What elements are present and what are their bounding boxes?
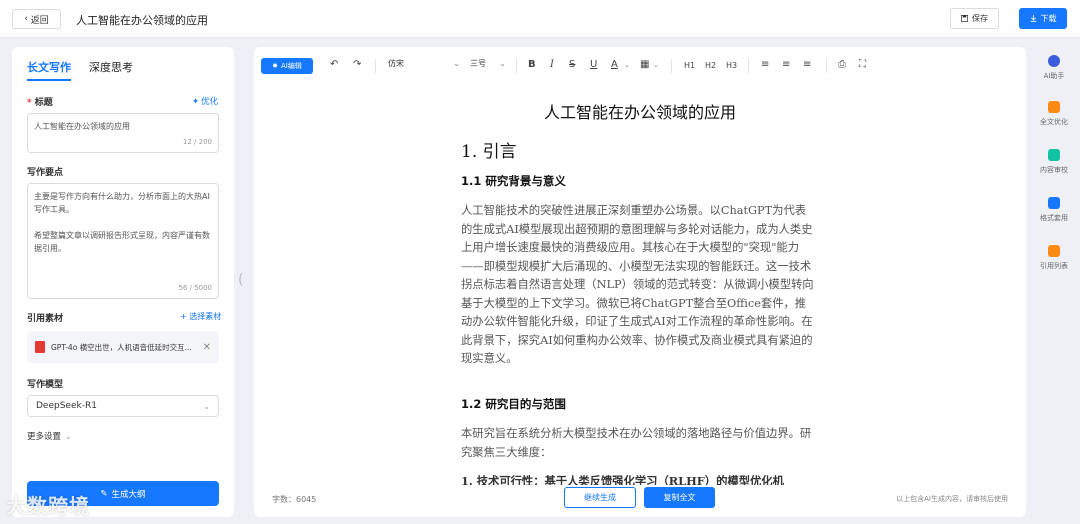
subsection-heading: 1.2 研究目的与范围 bbox=[461, 397, 566, 411]
download-label: 下载 bbox=[1040, 14, 1057, 23]
right-toolbar: AI助手 全文优化 内容审校 格式套用 引用列表 bbox=[1030, 47, 1078, 517]
full-optimize-tool[interactable]: 全文优化 bbox=[1030, 101, 1078, 127]
ai-disclaimer: 以上包含AI生成内容，请审核后使用 bbox=[896, 495, 1008, 503]
align-right-icon[interactable]: ≡ bbox=[803, 59, 811, 70]
redo-icon[interactable]: ↷ bbox=[353, 59, 361, 70]
title-input[interactable]: 人工智能在办公领域的应用 12 / 200 bbox=[27, 113, 219, 153]
points-field-label: 写作要点 bbox=[27, 168, 64, 178]
model-label: 写作模型 bbox=[27, 380, 64, 390]
citation-list-tool[interactable]: 引用列表 bbox=[1030, 245, 1078, 271]
chevron-down-icon: ⌄ bbox=[203, 401, 210, 411]
toolbar-divider bbox=[375, 59, 376, 73]
paragraph: 人工智能技术的突破性进展正深刻重塑办公场景。以ChatGPT为代表的生成式AI模… bbox=[461, 204, 814, 365]
title-value: 人工智能在办公领域的应用 bbox=[34, 122, 130, 131]
document-optimize-icon bbox=[1048, 101, 1060, 113]
watermark: 大数跨境 bbox=[6, 494, 90, 518]
toolbar-divider bbox=[516, 59, 517, 73]
title-counter: 12 / 200 bbox=[182, 138, 212, 146]
list-item: 1. 技术可行性：基于人类反馈强化学习（RLHF）的模型优化机 bbox=[461, 474, 784, 485]
save-label: 保存 bbox=[972, 14, 988, 23]
pdf-icon bbox=[35, 341, 45, 353]
points-line-2: 希望整篇文章以调研报告形式呈现，内容严谨有数据引用。 bbox=[34, 231, 210, 253]
subsection-heading: 1.1 研究背景与意义 bbox=[461, 174, 566, 188]
word-count: 字数：6045 bbox=[272, 495, 317, 504]
toolbar-divider bbox=[826, 59, 827, 73]
download-icon bbox=[1030, 15, 1036, 22]
material-name: GPT-4o 横空出世，人机语音低延时交互... bbox=[51, 342, 192, 352]
chevron-left-icon: ‹ bbox=[24, 14, 28, 24]
ai-assistant-tool[interactable]: AI助手 bbox=[1030, 55, 1078, 81]
save-button[interactable]: 保存 bbox=[950, 8, 999, 29]
italic-icon[interactable]: I bbox=[550, 59, 554, 70]
select-material-button[interactable]: + 选择素材 bbox=[180, 311, 221, 322]
page-title: 人工智能在办公领域的应用 bbox=[76, 14, 208, 27]
underline-icon[interactable]: U bbox=[590, 59, 597, 70]
magic-icon: ✦ bbox=[192, 97, 200, 107]
editor-toolbar: ✸ AI编辑 ↶ ↷ 仿宋 ⌄ 三号 ⌄ B I S U A ⌄ ▦ ⌄ H1 H2 … bbox=[254, 47, 1026, 85]
robot-icon bbox=[1048, 55, 1060, 67]
paragraph: 本研究旨在系统分析大模型技术在办公领域的落地路径与价值边界。研究聚焦三大维度： bbox=[461, 427, 812, 459]
chevron-down-icon: ⌄ bbox=[453, 59, 460, 68]
document-title: 人工智能在办公领域的应用 bbox=[543, 103, 736, 122]
font-color-icon[interactable]: A bbox=[611, 59, 618, 70]
materials-label: 引用素材 bbox=[27, 314, 64, 324]
print-icon[interactable]: ⎙ bbox=[838, 59, 846, 70]
back-button[interactable]: ‹ 返回 bbox=[12, 9, 61, 29]
heading-1-button[interactable]: H1 bbox=[684, 61, 695, 70]
copy-all-button[interactable]: 复制全文 bbox=[644, 487, 715, 508]
list-icon bbox=[1048, 245, 1060, 257]
font-family-select[interactable]: 仿宋 ⌄ bbox=[388, 58, 460, 69]
chevron-down-icon[interactable]: ⌄ bbox=[653, 61, 659, 69]
model-select[interactable]: DeepSeek-R1 ⌄ bbox=[27, 395, 219, 417]
toolbar-divider bbox=[671, 59, 672, 73]
points-line-1: 主要是写作方向有什么助力，分析市面上的大热AI写作工具。 bbox=[34, 192, 210, 214]
heading-3-button[interactable]: H3 bbox=[726, 61, 737, 70]
sparkle-icon: ✸ bbox=[272, 62, 278, 70]
writing-settings-panel: 长文写作 深度思考 * 标题 ✦ 优化 人工智能在办公领域的应用 12 / 200 … bbox=[12, 47, 234, 517]
bold-icon[interactable]: B bbox=[528, 59, 536, 70]
toolbar-divider bbox=[748, 59, 749, 73]
continue-generate-button[interactable]: 继续生成 bbox=[564, 487, 636, 508]
top-bar: ‹ 返回 人工智能在办公领域的应用 保存 下载 bbox=[0, 0, 1080, 38]
align-center-icon[interactable]: ≡ bbox=[782, 59, 790, 70]
points-counter: 56 / 5000 bbox=[178, 284, 212, 292]
back-label: 返回 bbox=[30, 15, 49, 26]
undo-icon[interactable]: ↶ bbox=[330, 59, 338, 70]
optimize-title-button[interactable]: ✦ 优化 bbox=[192, 95, 218, 107]
tab-long-writing[interactable]: 长文写作 bbox=[27, 59, 71, 81]
download-button[interactable]: 下载 bbox=[1019, 8, 1067, 29]
align-left-icon[interactable]: ≡ bbox=[761, 59, 769, 70]
title-field-label: * 标题 bbox=[27, 98, 53, 108]
font-size-select[interactable]: 三号 ⌄ bbox=[470, 58, 506, 69]
editor-footer: 字数：6045 继续生成 复制全文 以上包含AI生成内容，请审核后使用 bbox=[254, 485, 1026, 517]
heading-2-button[interactable]: H2 bbox=[705, 61, 716, 70]
material-item[interactable]: GPT-4o 横空出世，人机语音低延时交互... ✕ bbox=[27, 331, 219, 363]
ai-edit-button[interactable]: ✸ AI编辑 bbox=[261, 58, 313, 74]
panel-collapse-handle[interactable]: ( bbox=[238, 272, 243, 288]
save-icon bbox=[961, 15, 968, 22]
magic-wand-icon: ✎ bbox=[100, 488, 108, 499]
strikethrough-icon[interactable]: S bbox=[569, 59, 575, 70]
document-editor: ✸ AI编辑 ↶ ↷ 仿宋 ⌄ 三号 ⌄ B I S U A ⌄ ▦ ⌄ H1 H2 … bbox=[254, 47, 1026, 517]
chevron-down-icon: ⌄ bbox=[499, 59, 506, 68]
table-icon[interactable]: ▦ bbox=[640, 59, 649, 70]
writing-points-input[interactable]: 主要是写作方向有什么助力，分析市面上的大热AI写作工具。 希望整篇文章以调研报告… bbox=[27, 183, 219, 299]
tab-deep-thinking[interactable]: 深度思考 bbox=[89, 59, 133, 81]
more-settings-toggle[interactable]: 更多设置 ⌄ bbox=[27, 430, 72, 442]
chevron-down-icon: ⌄ bbox=[65, 432, 72, 441]
fullscreen-icon[interactable]: ⛶ bbox=[859, 59, 866, 70]
search-check-icon bbox=[1048, 149, 1060, 161]
document-content[interactable]: 人工智能在办公领域的应用 1. 引言 1.1 研究背景与意义 人工智能技术的突破… bbox=[254, 85, 1026, 485]
chevron-down-icon[interactable]: ⌄ bbox=[624, 61, 630, 69]
close-icon[interactable]: ✕ bbox=[203, 342, 211, 353]
format-icon bbox=[1048, 197, 1060, 209]
format-apply-tool[interactable]: 格式套用 bbox=[1030, 197, 1078, 223]
content-review-tool[interactable]: 内容审校 bbox=[1030, 149, 1078, 175]
model-value: DeepSeek-R1 bbox=[36, 401, 97, 411]
mode-tabs: 长文写作 深度思考 bbox=[27, 59, 133, 81]
section-heading: 1. 引言 bbox=[461, 142, 517, 162]
required-mark: * bbox=[27, 98, 32, 108]
